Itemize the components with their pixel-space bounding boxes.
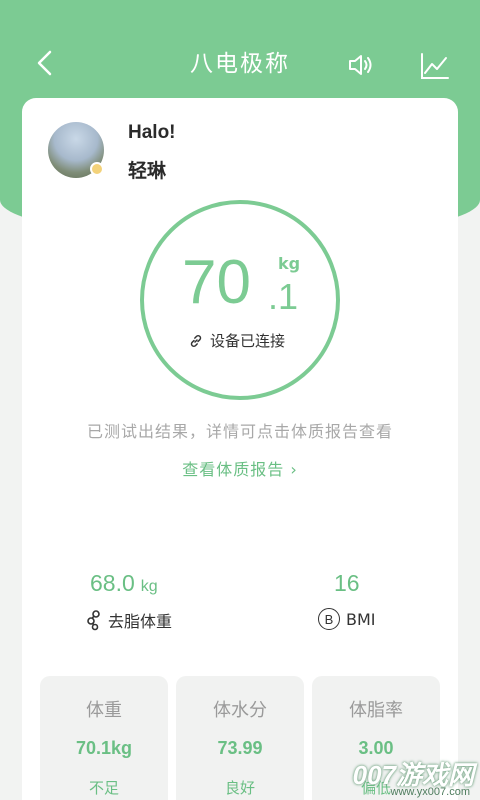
link-icon: [190, 334, 202, 347]
device-status-label: 设备已连接: [210, 332, 286, 350]
weight-unit: kg: [278, 254, 301, 273]
bmi-value: 16: [334, 570, 360, 596]
stat-value: 70.1kg: [75, 738, 133, 758]
bmi-label-text: BMI: [346, 609, 376, 629]
stat-card-weight[interactable]: 体重 70.1kg 不足: [40, 676, 168, 800]
stat-card-body-water[interactable]: 体水分 73.99 良好: [176, 676, 304, 800]
top-bar: 八电极称: [0, 0, 480, 110]
result-message: 已测试出结果，详情可点击体质报告查看: [86, 422, 393, 441]
stat-label: 体重: [86, 700, 122, 721]
weight-decimal: .1: [268, 276, 299, 317]
fat-free-weight-unit: kg: [140, 578, 158, 595]
view-report-link[interactable]: 查看体质报告 ›: [22, 456, 458, 480]
bmi-icon: B: [318, 608, 340, 630]
stat-status: 不足: [88, 779, 119, 797]
avatar-badge-icon: [90, 162, 104, 176]
fat-free-weight-number: 68.0: [90, 570, 135, 596]
stat-status: 良好: [224, 779, 255, 797]
weight-integer: 70: [182, 248, 251, 317]
device-status: 设备已连接: [188, 330, 285, 351]
fat-free-weight-label-text: 去脂体重: [108, 612, 173, 631]
muscle-icon: [87, 610, 100, 631]
main-card: Halo! 轻琳 70 kg .1 设备已连接 已测试出结果，详情可点击体质报告…: [22, 98, 458, 800]
bmi-label: B BMI: [318, 608, 376, 630]
fat-free-weight-label: 去脂体重: [84, 608, 172, 632]
stat-value: 73.99: [217, 738, 263, 758]
username: 轻琳: [128, 160, 167, 182]
trend-chart-icon[interactable]: [418, 50, 450, 82]
fat-free-weight-value: 68.0 kg: [90, 570, 158, 597]
stat-label: 体脂率: [349, 700, 403, 721]
greeting-text: Halo!: [128, 122, 176, 143]
watermark-url: www.yx007.com: [390, 786, 470, 798]
speaker-icon[interactable]: [346, 50, 376, 80]
page-title: 八电极称: [190, 51, 290, 77]
stat-label: 体水分: [213, 700, 267, 721]
